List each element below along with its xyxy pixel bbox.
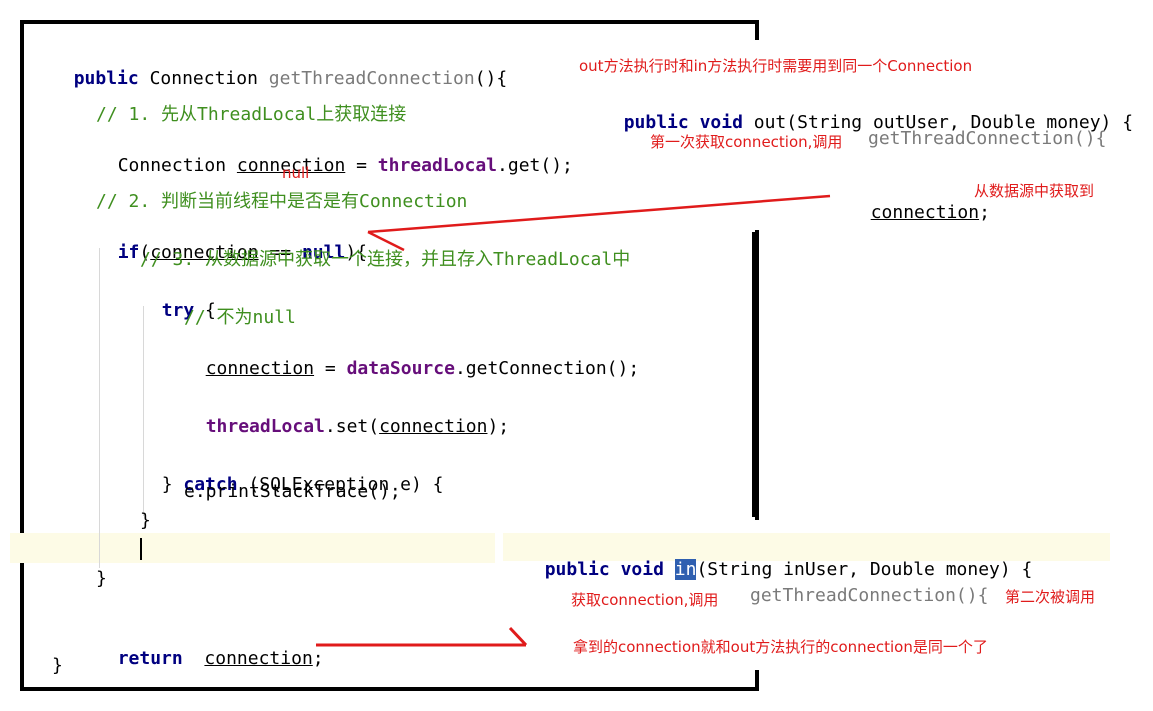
arrow-line xyxy=(367,194,831,234)
annotation-arrows xyxy=(316,194,831,647)
arrow-head xyxy=(367,230,405,252)
arrow-head xyxy=(508,626,528,647)
